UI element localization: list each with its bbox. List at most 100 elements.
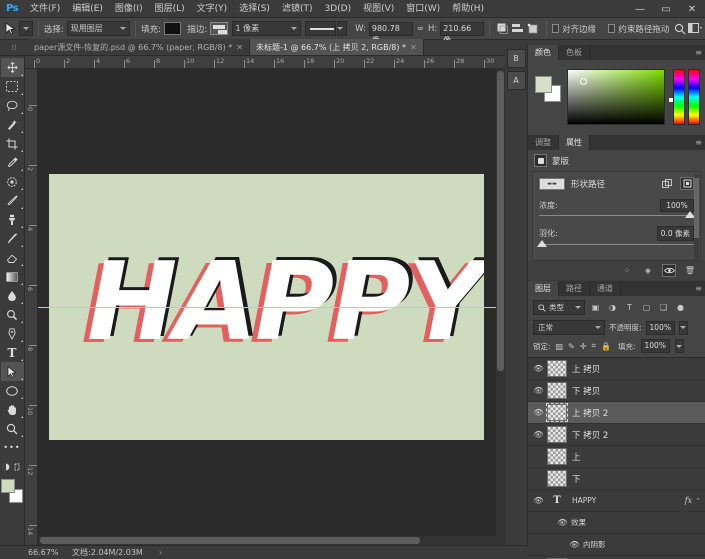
menu-image[interactable]: 图像(I): [109, 0, 149, 18]
type-tool[interactable]: T: [1, 343, 24, 362]
tab-properties[interactable]: 属性: [559, 135, 590, 150]
path-arrangement-icon[interactable]: [526, 20, 541, 38]
character-panel-icon[interactable]: A: [506, 71, 526, 90]
horizontal-ruler[interactable]: 0 2 4 6 8 10 12 14 16 18 20 22 24 26 28 …: [25, 56, 505, 69]
tab-paths[interactable]: 路径: [559, 281, 590, 296]
tab-layers[interactable]: 图层: [528, 281, 559, 296]
menu-file[interactable]: 文件(F): [24, 0, 66, 18]
fill-value[interactable]: 100%: [640, 339, 670, 353]
layer-thumbnail[interactable]: [547, 360, 567, 377]
opacity-stepper-icon[interactable]: [678, 320, 688, 335]
layer-effects-icon[interactable]: fx: [685, 496, 692, 505]
layer-visibility-icon[interactable]: 👁: [530, 490, 547, 512]
table-row[interactable]: 👁 上 拷贝 2: [528, 402, 705, 424]
feather-value[interactable]: 0.0 像素: [656, 226, 694, 241]
height-input[interactable]: 210.66 像: [440, 21, 485, 45]
quick-mask-toggle-icon[interactable]: [1, 457, 24, 476]
table-row[interactable]: 👁 上 拷贝: [528, 358, 705, 380]
filter-adjustment-icon[interactable]: ◑: [606, 301, 619, 314]
layer-filter-type-dropdown[interactable]: 类型: [533, 300, 585, 315]
list-item[interactable]: 👁 效果: [528, 512, 705, 534]
crop-tool[interactable]: [1, 134, 24, 153]
canvas-horizontal-scrollbar[interactable]: [38, 536, 505, 545]
horizontal-guide[interactable]: [38, 307, 505, 308]
layer-thumbnail[interactable]: [547, 426, 567, 443]
spot-healing-brush-tool[interactable]: [1, 172, 24, 191]
quick-selection-tool[interactable]: [1, 115, 24, 134]
list-item[interactable]: 👁 内阴影: [528, 534, 705, 556]
stroke-style-caret[interactable]: [337, 21, 348, 36]
filter-smart-object-icon[interactable]: ❑: [657, 301, 670, 314]
menu-filter[interactable]: 滤镜(T): [276, 0, 319, 18]
clone-stamp-tool[interactable]: [1, 210, 24, 229]
search-icon[interactable]: [672, 20, 687, 38]
toggle-mask-visibility-icon[interactable]: [662, 264, 676, 277]
marquee-tool[interactable]: [1, 77, 24, 96]
canvas-vertical-scrollbar[interactable]: [496, 69, 505, 545]
tab-swatches[interactable]: 色板: [559, 45, 590, 60]
tab-color[interactable]: 颜色: [528, 45, 559, 60]
status-expand-icon[interactable]: ›: [159, 548, 162, 557]
path-alignment-icon[interactable]: [510, 20, 525, 38]
lock-artboard-icon[interactable]: ⌗: [592, 341, 597, 351]
close-icon[interactable]: ✕: [236, 43, 243, 52]
constrain-path-checkbox[interactable]: [608, 24, 616, 33]
panel-menu-icon[interactable]: ≡: [695, 48, 702, 57]
stroke-style-dropdown[interactable]: [305, 21, 337, 36]
minimize-button[interactable]: —: [627, 0, 653, 18]
path-operations-icon[interactable]: [495, 20, 510, 38]
path-selection-tool[interactable]: [0, 362, 24, 381]
document-tab-untitled[interactable]: 未标题-1 @ 66.7% (上 拷贝 2, RGB/8) * ✕: [249, 39, 424, 55]
menu-help[interactable]: 帮助(H): [446, 0, 490, 18]
layer-thumbnail[interactable]: [547, 448, 567, 465]
menu-select[interactable]: 选择(S): [233, 0, 276, 18]
table-row[interactable]: 👁 下 拷贝: [528, 380, 705, 402]
link-dimensions-icon[interactable]: ∞: [417, 24, 424, 34]
history-brush-tool[interactable]: [1, 229, 24, 248]
maximize-button[interactable]: ▭: [653, 0, 679, 18]
close-icon[interactable]: ✕: [410, 43, 417, 52]
lock-position-icon[interactable]: ✛: [580, 342, 587, 351]
density-slider-track[interactable]: [539, 211, 695, 218]
select-mask-shortcut-icon[interactable]: [660, 177, 674, 190]
layer-thumbnail[interactable]: [547, 470, 567, 487]
layer-visibility-icon[interactable]: 👁: [530, 402, 547, 424]
tab-channels[interactable]: 通道: [590, 281, 621, 296]
dodge-tool[interactable]: [1, 305, 24, 324]
document-tab-paper[interactable]: paper源文件-恢复的.psd @ 66.7% (paper, RGB/8) …: [28, 39, 250, 55]
layer-thumbnail[interactable]: [547, 382, 567, 399]
width-input[interactable]: 980.78 像: [368, 21, 413, 45]
fill-stepper-icon[interactable]: [674, 339, 684, 353]
eyedropper-tool[interactable]: [1, 153, 24, 172]
layer-thumbnail[interactable]: [546, 403, 568, 422]
menu-layer[interactable]: 图层(L): [149, 0, 191, 18]
menu-edit[interactable]: 编辑(E): [66, 0, 109, 18]
hue-slider[interactable]: [673, 69, 685, 125]
feather-slider-knob[interactable]: [537, 240, 548, 247]
table-row[interactable]: 👁 下 拷贝 2: [528, 424, 705, 446]
foreground-color-swatch[interactable]: [535, 76, 552, 93]
tool-preset-picker[interactable]: [18, 21, 34, 36]
layer-visibility-icon[interactable]: 👁: [530, 424, 547, 446]
menu-3d[interactable]: 3D(D): [318, 0, 357, 18]
vertical-ruler[interactable]: 0 2 4 6 8 10 12 14: [25, 69, 38, 545]
canvas-area[interactable]: HAPPY HAPPY HAPPY: [38, 69, 505, 545]
zoom-level[interactable]: 66.67%: [0, 548, 59, 557]
align-edges-checkbox[interactable]: [551, 24, 560, 33]
properties-scrollbar[interactable]: [694, 174, 699, 266]
expand-effects-icon[interactable]: ⌃: [695, 497, 701, 505]
menu-window[interactable]: 窗口(W): [400, 0, 446, 18]
layer-visibility-icon[interactable]: 👁: [530, 358, 547, 380]
select-and-mask-icon[interactable]: ⁘: [620, 264, 634, 277]
table-row[interactable]: 👁 T HAPPY fx ⌃: [528, 490, 705, 512]
hand-tool[interactable]: [1, 400, 24, 419]
layer-visibility-icon[interactable]: 👁: [530, 468, 547, 490]
ellipse-shape-tool[interactable]: [1, 381, 24, 400]
layer-visibility-icon[interactable]: 👁: [530, 446, 547, 468]
gradient-tool[interactable]: [1, 267, 24, 286]
arrange-documents-icon[interactable]: [688, 20, 703, 38]
filter-type-icon[interactable]: T: [623, 301, 636, 314]
move-tool[interactable]: [0, 58, 24, 77]
history-panel-icon[interactable]: B: [506, 49, 526, 68]
table-row[interactable]: 👁 上: [528, 446, 705, 468]
